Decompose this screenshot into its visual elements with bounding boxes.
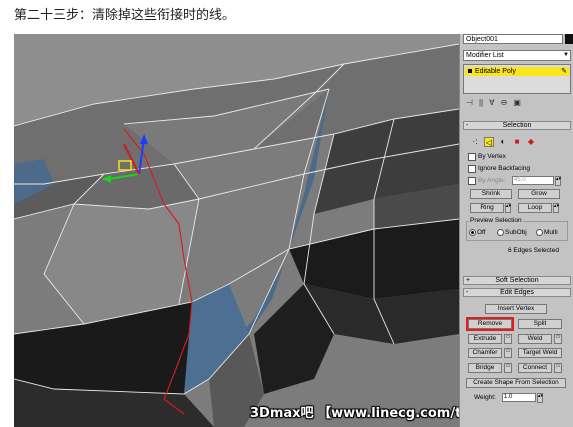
- collapse-icon: -: [466, 122, 469, 129]
- ring-button[interactable]: Ring: [470, 203, 504, 213]
- shrink-button[interactable]: Shrink: [470, 189, 512, 199]
- expand-icon: +: [466, 277, 471, 284]
- step-caption: 第二十三步：清除掉这些衔接时的线。: [14, 8, 236, 23]
- weight-label: Weight:: [474, 394, 496, 401]
- selection-rollout-header[interactable]: - Selection: [463, 121, 571, 130]
- stack-item-label: Editable Poly: [475, 68, 516, 75]
- subobject-icons: ·: ◁ ◐ ■ ◆: [470, 137, 536, 147]
- configure-icon[interactable]: ▣: [513, 98, 521, 107]
- loop-spinner[interactable]: ▴▾: [553, 203, 559, 213]
- vertex-icon[interactable]: ·:: [470, 137, 480, 147]
- target-weld-button[interactable]: Target Weld: [518, 348, 562, 358]
- chamfer-button[interactable]: Chamfer: [468, 348, 502, 358]
- weld-button[interactable]: Weld: [518, 334, 552, 344]
- show-end-result-icon[interactable]: ||: [479, 98, 483, 107]
- insert-vertex-button[interactable]: Insert Vertex: [485, 304, 547, 314]
- angle-spinner[interactable]: ▴▾: [555, 176, 561, 186]
- weight-field[interactable]: 1.0: [502, 393, 536, 402]
- remove-modifier-icon[interactable]: ⊖: [501, 98, 508, 107]
- perspective-viewport[interactable]: 3Dmax吧 【www.linecg.com/tieba/1771】: [14, 34, 459, 427]
- edge-icon[interactable]: ◁: [484, 137, 494, 147]
- object-name-field[interactable]: Object001: [463, 34, 563, 44]
- soft-selection-rollout-header[interactable]: + Soft Selection: [463, 276, 571, 285]
- preview-subobj-radio[interactable]: SubObj: [497, 228, 527, 237]
- watermark-text: 3Dmax吧 【www.linecg.com/tieba/1771】: [250, 406, 459, 421]
- screenshot-frame: 3Dmax吧 【www.linecg.com/tieba/1771】 Objec…: [14, 34, 573, 427]
- modifier-stack[interactable]: Editable Poly ✎: [463, 64, 571, 94]
- connect-button[interactable]: Connect: [518, 363, 552, 373]
- collapse-icon: -: [466, 289, 469, 296]
- weld-settings-icon[interactable]: ▭: [554, 334, 562, 344]
- grow-button[interactable]: Grow: [518, 189, 560, 199]
- edit-icon: ✎: [561, 68, 567, 75]
- ignore-backfacing-checkbox[interactable]: Ignore Backfacing: [468, 164, 530, 173]
- pin-icon[interactable]: ⊣: [466, 98, 473, 107]
- element-icon[interactable]: ◆: [526, 137, 536, 147]
- soft-selection-title: Soft Selection: [495, 277, 539, 284]
- modifier-list-dropdown[interactable]: Modifier List ▼: [463, 50, 571, 61]
- modifier-list-label: Modifier List: [466, 52, 504, 59]
- edit-edges-title: Edit Edges: [500, 289, 534, 296]
- command-panel: Object001 Modifier List ▼ Editable Poly …: [459, 34, 573, 427]
- weight-spinner[interactable]: ▴▾: [537, 393, 543, 403]
- polygon-icon[interactable]: ■: [512, 137, 522, 147]
- preview-off-radio[interactable]: Off: [469, 228, 486, 237]
- chamfer-settings-icon[interactable]: ▭: [504, 348, 512, 358]
- remove-button[interactable]: Remove: [466, 317, 514, 331]
- split-button[interactable]: Split: [518, 319, 562, 329]
- stack-item-editable-poly[interactable]: Editable Poly ✎: [465, 67, 569, 76]
- bridge-button[interactable]: Bridge: [468, 363, 502, 373]
- loop-button[interactable]: Loop: [518, 203, 552, 213]
- extrude-settings-icon[interactable]: ▭: [504, 334, 512, 344]
- border-icon[interactable]: ◐: [498, 137, 508, 147]
- preview-multi-radio[interactable]: Multi: [536, 228, 558, 237]
- by-vertex-checkbox[interactable]: By Vertex: [468, 152, 506, 161]
- create-shape-button[interactable]: Create Shape From Selection: [466, 378, 566, 388]
- by-angle-checkbox[interactable]: By Angle:: [468, 176, 505, 185]
- mesh-render: [14, 34, 459, 427]
- stack-toolbar: ⊣ || ∀ ⊖ ▣: [463, 96, 573, 108]
- extrude-button[interactable]: Extrude: [468, 334, 502, 344]
- make-unique-icon[interactable]: ∀: [489, 98, 494, 107]
- connect-settings-icon[interactable]: ▭: [554, 363, 562, 373]
- selection-title: Selection: [502, 122, 532, 129]
- object-color-swatch[interactable]: [565, 34, 573, 44]
- bullet-icon: [468, 69, 472, 73]
- bridge-settings-icon[interactable]: ▭: [504, 363, 512, 373]
- preview-selection-title: Preview Selection: [469, 217, 523, 224]
- selection-status: 6 Edges Selected: [508, 247, 559, 254]
- ring-spinner[interactable]: ▴▾: [505, 203, 511, 213]
- dropdown-arrow-icon: ▼: [563, 52, 569, 58]
- edit-edges-rollout-header[interactable]: - Edit Edges: [463, 288, 571, 297]
- angle-field[interactable]: 45.0: [512, 176, 554, 185]
